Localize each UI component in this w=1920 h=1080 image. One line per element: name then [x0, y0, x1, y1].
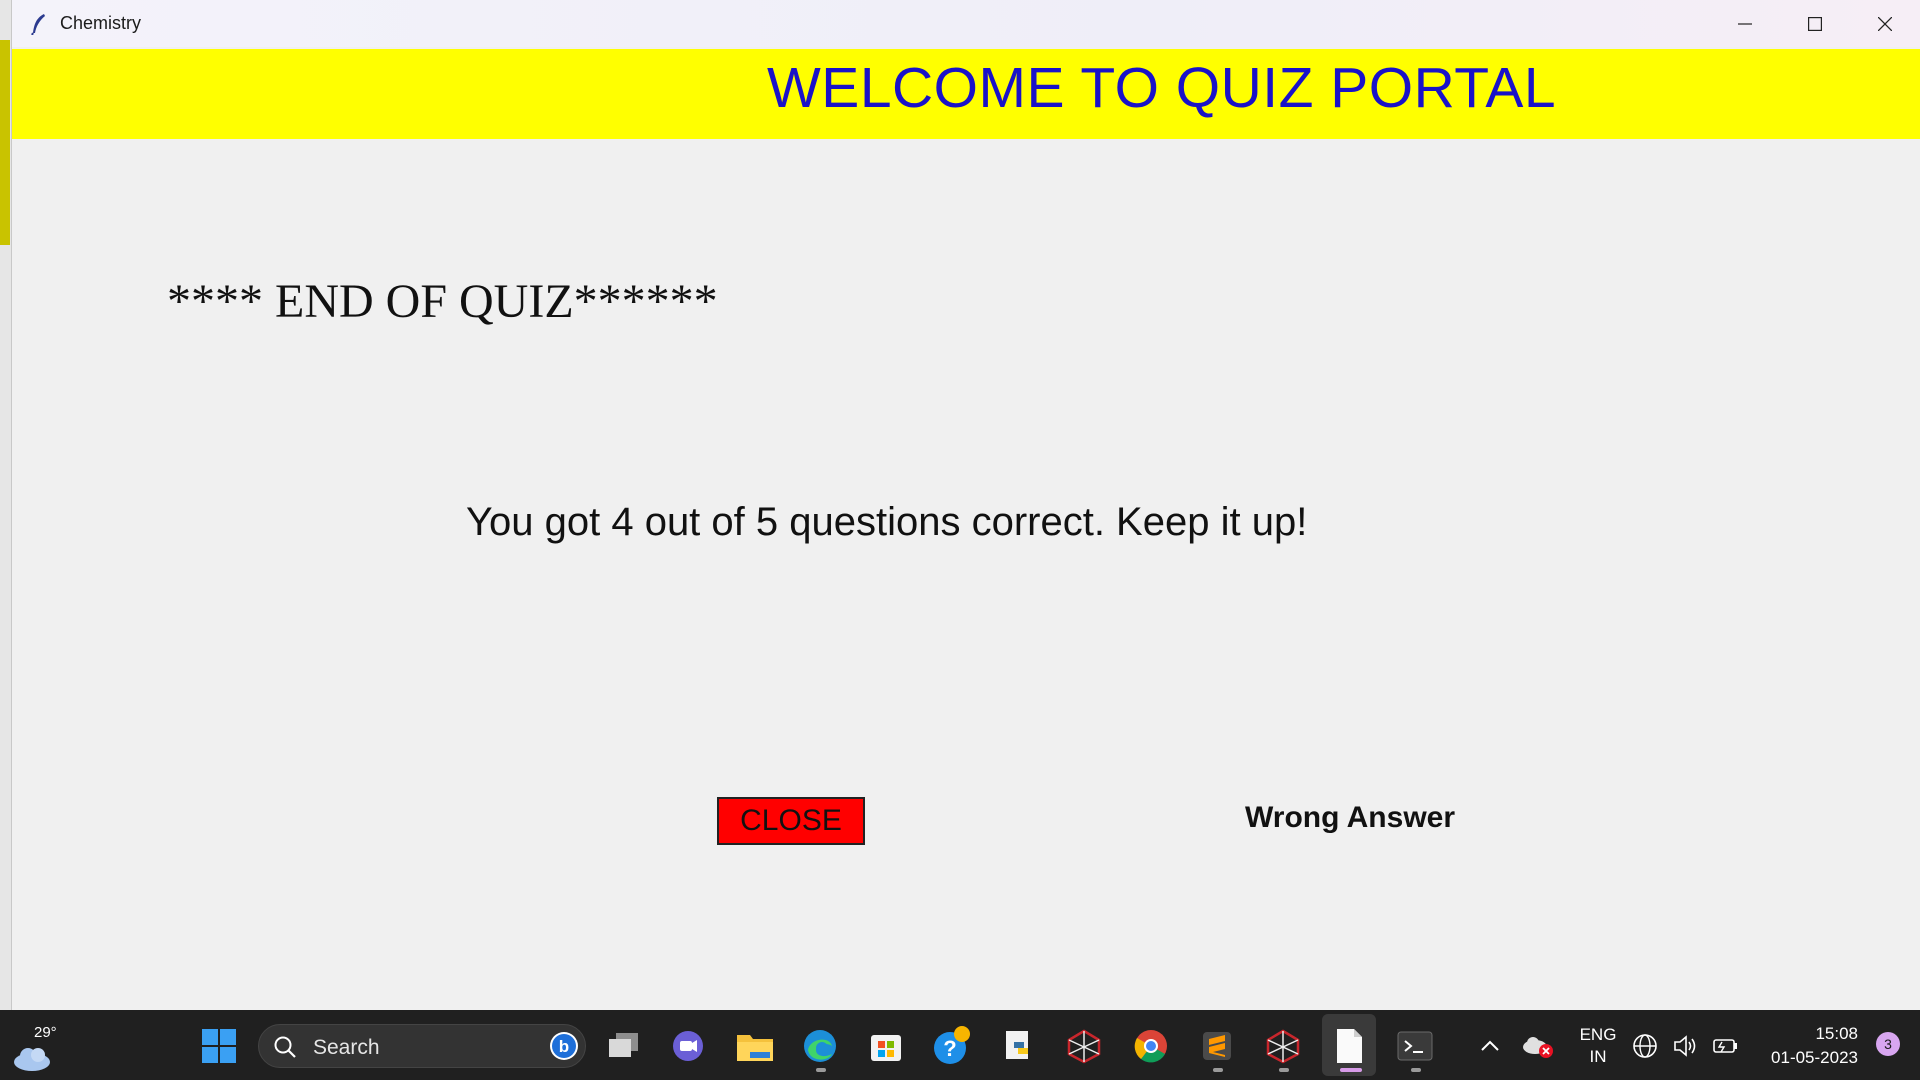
minimize-icon — [1738, 22, 1752, 25]
chrome-icon[interactable] — [1131, 1026, 1171, 1066]
weather-widget[interactable]: 29° — [12, 1020, 62, 1072]
search-placeholder: Search — [313, 1036, 380, 1059]
terminal-icon[interactable] — [1395, 1026, 1435, 1066]
terminal-running-indicator — [1411, 1068, 1421, 1072]
taskbar: 29° Search b ? ENG IN 15:08 01-05-2023 3 — [0, 1010, 1920, 1080]
close-icon — [1878, 16, 1892, 31]
window-title: Chemistry — [60, 13, 142, 33]
maximize-icon — [1808, 16, 1822, 31]
file-explorer-icon[interactable] — [735, 1026, 775, 1066]
active-app-indicator — [1340, 1068, 1362, 1072]
banner-title: WELCOME TO QUIZ PORTAL — [767, 56, 1557, 120]
end-of-quiz-heading: **** END OF QUIZ****** — [167, 275, 718, 328]
network-app-running-indicator — [1279, 1068, 1289, 1072]
sublime-text-icon[interactable] — [1197, 1026, 1237, 1066]
region-code: IN — [1589, 1047, 1607, 1066]
start-icon[interactable] — [199, 1026, 239, 1066]
cloud-icon — [14, 1048, 50, 1071]
network-globe-icon — [1633, 1034, 1657, 1058]
search-icon — [273, 1035, 297, 1064]
answer-feedback: Wrong Answer — [1245, 801, 1456, 834]
window-controls — [1710, 0, 1920, 47]
chat-icon[interactable] — [668, 1026, 708, 1066]
onedrive-error-icon[interactable] — [1518, 1026, 1558, 1066]
search-box[interactable]: Search b — [258, 1024, 586, 1068]
volume-icon — [1674, 1035, 1696, 1057]
clock[interactable]: 15:08 01-05-2023 — [1771, 1022, 1858, 1070]
edge-icon[interactable] — [800, 1026, 840, 1066]
help-icon[interactable]: ? — [932, 1026, 972, 1066]
chevron-up-icon[interactable] — [1470, 1026, 1510, 1066]
svg-text:?: ? — [943, 1036, 956, 1061]
minimize-button[interactable] — [1710, 0, 1780, 47]
header-banner: WELCOME TO QUIZ PORTAL — [12, 49, 1920, 139]
feather-icon — [28, 13, 50, 35]
blank-file-icon[interactable] — [1329, 1026, 1369, 1066]
language-code: ENG — [1579, 1025, 1617, 1044]
notification-badge[interactable]: 3 — [1876, 1032, 1900, 1056]
clock-time: 15:08 — [1815, 1024, 1858, 1043]
weather-temperature: 29° — [34, 1024, 57, 1041]
language-indicator[interactable]: ENG IN — [1578, 1024, 1618, 1068]
close-window-button[interactable] — [1850, 0, 1920, 47]
sublime-running-indicator — [1213, 1068, 1223, 1072]
score-message: You got 4 out of 5 questions correct. Ke… — [466, 500, 1308, 544]
clock-date: 01-05-2023 — [1771, 1048, 1858, 1067]
background-window-accent — [0, 40, 10, 245]
network-app-icon[interactable] — [1263, 1026, 1303, 1066]
network-app-icon[interactable] — [1064, 1026, 1104, 1066]
background-window-edge — [0, 0, 12, 1010]
close-quiz-button[interactable]: CLOSE — [717, 797, 865, 845]
task-view-icon[interactable] — [604, 1026, 644, 1066]
edge-running-indicator — [816, 1068, 826, 1072]
bing-icon: b — [549, 1031, 579, 1061]
app-window: Chemistry WELCOME TO QUIZ PORTAL **** EN… — [12, 0, 1920, 1010]
python-idle-icon[interactable] — [998, 1026, 1038, 1066]
system-tray-status[interactable] — [1632, 1026, 1740, 1066]
title-bar[interactable]: Chemistry — [12, 0, 1920, 47]
maximize-button[interactable] — [1780, 0, 1850, 47]
svg-text:b: b — [559, 1037, 569, 1056]
store-icon[interactable] — [866, 1026, 906, 1066]
battery-icon — [1713, 1039, 1737, 1053]
